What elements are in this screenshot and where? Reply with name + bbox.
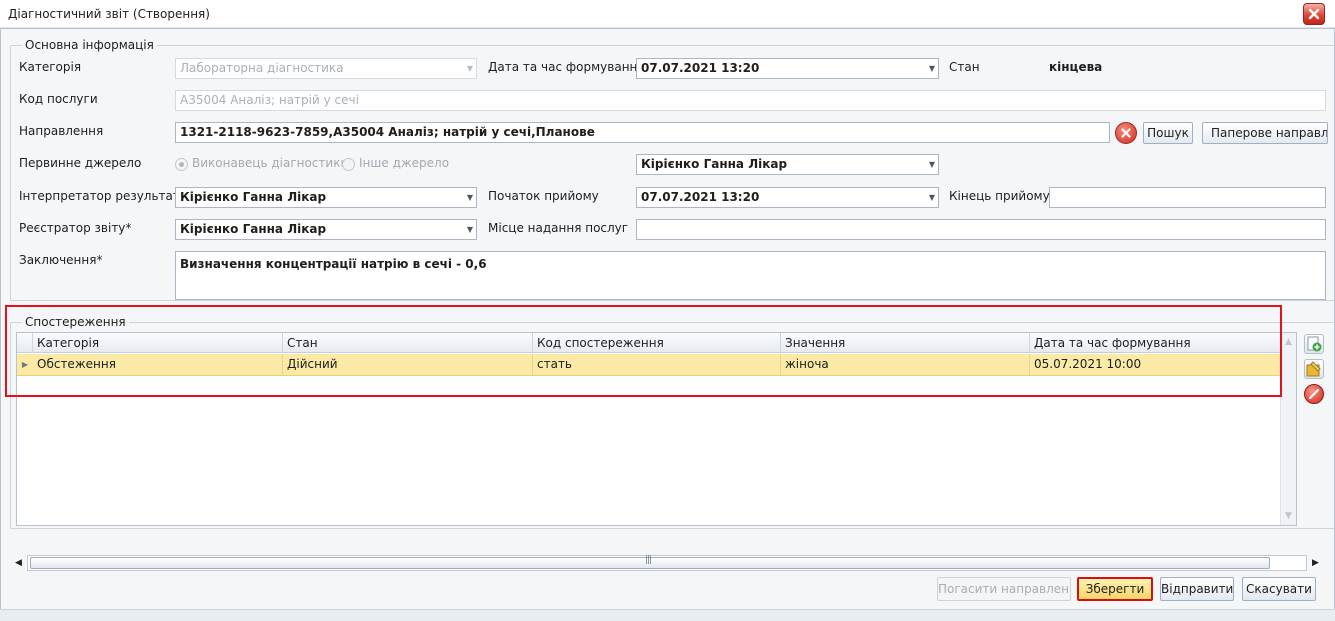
cancel-referral-button[interactable]: Погасити направлення xyxy=(937,577,1071,601)
underlying-window-edge xyxy=(0,609,1335,621)
title-bar: Діагностичний звіт (Створення) xyxy=(0,0,1335,28)
close-icon[interactable] xyxy=(1303,3,1325,25)
delete-icon[interactable] xyxy=(1304,384,1324,404)
referral-label: Направлення xyxy=(19,124,104,138)
horizontal-scrollbar[interactable]: ||| xyxy=(27,555,1307,571)
status-value: кінцева xyxy=(1049,60,1103,74)
window-title: Діагностичний звіт (Створення) xyxy=(8,7,210,21)
primary-source-label: Первинне джерело xyxy=(19,156,142,170)
status-label: Стан xyxy=(949,60,980,74)
save-button[interactable]: Зберегти xyxy=(1077,577,1153,601)
scroll-right-arrow-icon[interactable]: ▶ xyxy=(1310,556,1322,570)
chevron-down-icon[interactable]: ▼ xyxy=(929,155,935,174)
horizontal-scrollbar-thumb[interactable]: ||| xyxy=(30,555,1270,569)
start-picker[interactable]: 07.07.2021 13:20 ▼ xyxy=(636,187,939,208)
radio-performer[interactable] xyxy=(175,158,188,171)
category-value: Лабораторна діагностика xyxy=(180,61,344,75)
scroll-left-arrow-icon[interactable]: ◀ xyxy=(13,556,25,570)
paper-referral-button[interactable]: Паперове направлення xyxy=(1202,122,1328,144)
dialog-body: Основна інформація Категорія Лабораторна… xyxy=(0,28,1335,621)
service-code-label: Код послуги xyxy=(19,92,98,106)
grid-vertical-scrollbar[interactable]: ▲ ▼ xyxy=(1280,333,1296,525)
send-button[interactable]: Відправити xyxy=(1160,577,1234,601)
interpreter-select[interactable]: Кірієнко Ганна Лікар ▼ xyxy=(175,187,477,208)
start-label: Початок прийому xyxy=(488,189,599,203)
datetime-picker[interactable]: 07.07.2021 13:20 ▼ xyxy=(636,58,939,79)
cancel-button[interactable]: Скасувати xyxy=(1242,577,1316,601)
add-icon[interactable] xyxy=(1304,334,1324,354)
scroll-down-arrow-icon[interactable]: ▼ xyxy=(1285,509,1292,523)
performer-select[interactable]: Кірієнко Ганна Лікар ▼ xyxy=(636,154,939,175)
category-label: Категорія xyxy=(19,60,82,74)
edit-icon[interactable] xyxy=(1304,359,1324,379)
registrar-label: Реєстратор звіту* xyxy=(19,221,132,235)
category-select[interactable]: Лабораторна діагностика ▼ xyxy=(175,58,477,79)
grip-icon: ||| xyxy=(645,555,652,565)
datetime-label: Дата та час формування* xyxy=(488,60,651,74)
basic-info-legend: Основна інформація xyxy=(22,38,157,52)
chevron-down-icon[interactable]: ▼ xyxy=(929,59,935,78)
conclusion-label: Заключення* xyxy=(19,253,103,267)
radio-performer-label: Виконавець діагностики xyxy=(192,156,349,170)
place-label: Місце надання послуг xyxy=(488,221,629,235)
start-value: 07.07.2021 13:20 xyxy=(641,190,760,204)
registrar-value: Кірієнко Ганна Лікар xyxy=(180,222,327,236)
datetime-value: 07.07.2021 13:20 xyxy=(641,61,760,75)
referral-value: 1321-2118-9623-7859,A35004 Аналіз; натрі… xyxy=(180,125,595,139)
chevron-down-icon[interactable]: ▼ xyxy=(467,188,473,207)
interpreter-label: Інтерпретатор результату* xyxy=(19,189,193,203)
chevron-down-icon: ▼ xyxy=(466,64,473,73)
chevron-down-icon[interactable]: ▼ xyxy=(929,188,935,207)
registrar-select[interactable]: Кірієнко Ганна Лікар ▼ xyxy=(175,219,477,240)
scroll-up-arrow-icon[interactable]: ▲ xyxy=(1285,335,1292,349)
radio-other-source-label: Інше джерело xyxy=(359,156,450,170)
highlight-frame xyxy=(5,305,1282,397)
referral-field[interactable]: 1321-2118-9623-7859,A35004 Аналіз; натрі… xyxy=(175,122,1110,143)
conclusion-textarea[interactable]: Визначення концентрації натрію в сечі - … xyxy=(175,251,1326,300)
place-field[interactable] xyxy=(636,219,1326,240)
radio-other-source[interactable] xyxy=(342,158,355,171)
service-code-field: A35004 Аналіз; натрій у сечі xyxy=(175,90,1326,111)
search-button[interactable]: Пошук xyxy=(1143,122,1193,144)
end-label: Кінець прийому xyxy=(949,189,1050,203)
clear-icon[interactable] xyxy=(1115,122,1137,144)
interpreter-value: Кірієнко Ганна Лікар xyxy=(180,190,327,204)
chevron-down-icon[interactable]: ▼ xyxy=(467,220,473,239)
end-field[interactable] xyxy=(1049,187,1326,208)
performer-value: Кірієнко Ганна Лікар xyxy=(641,157,788,171)
